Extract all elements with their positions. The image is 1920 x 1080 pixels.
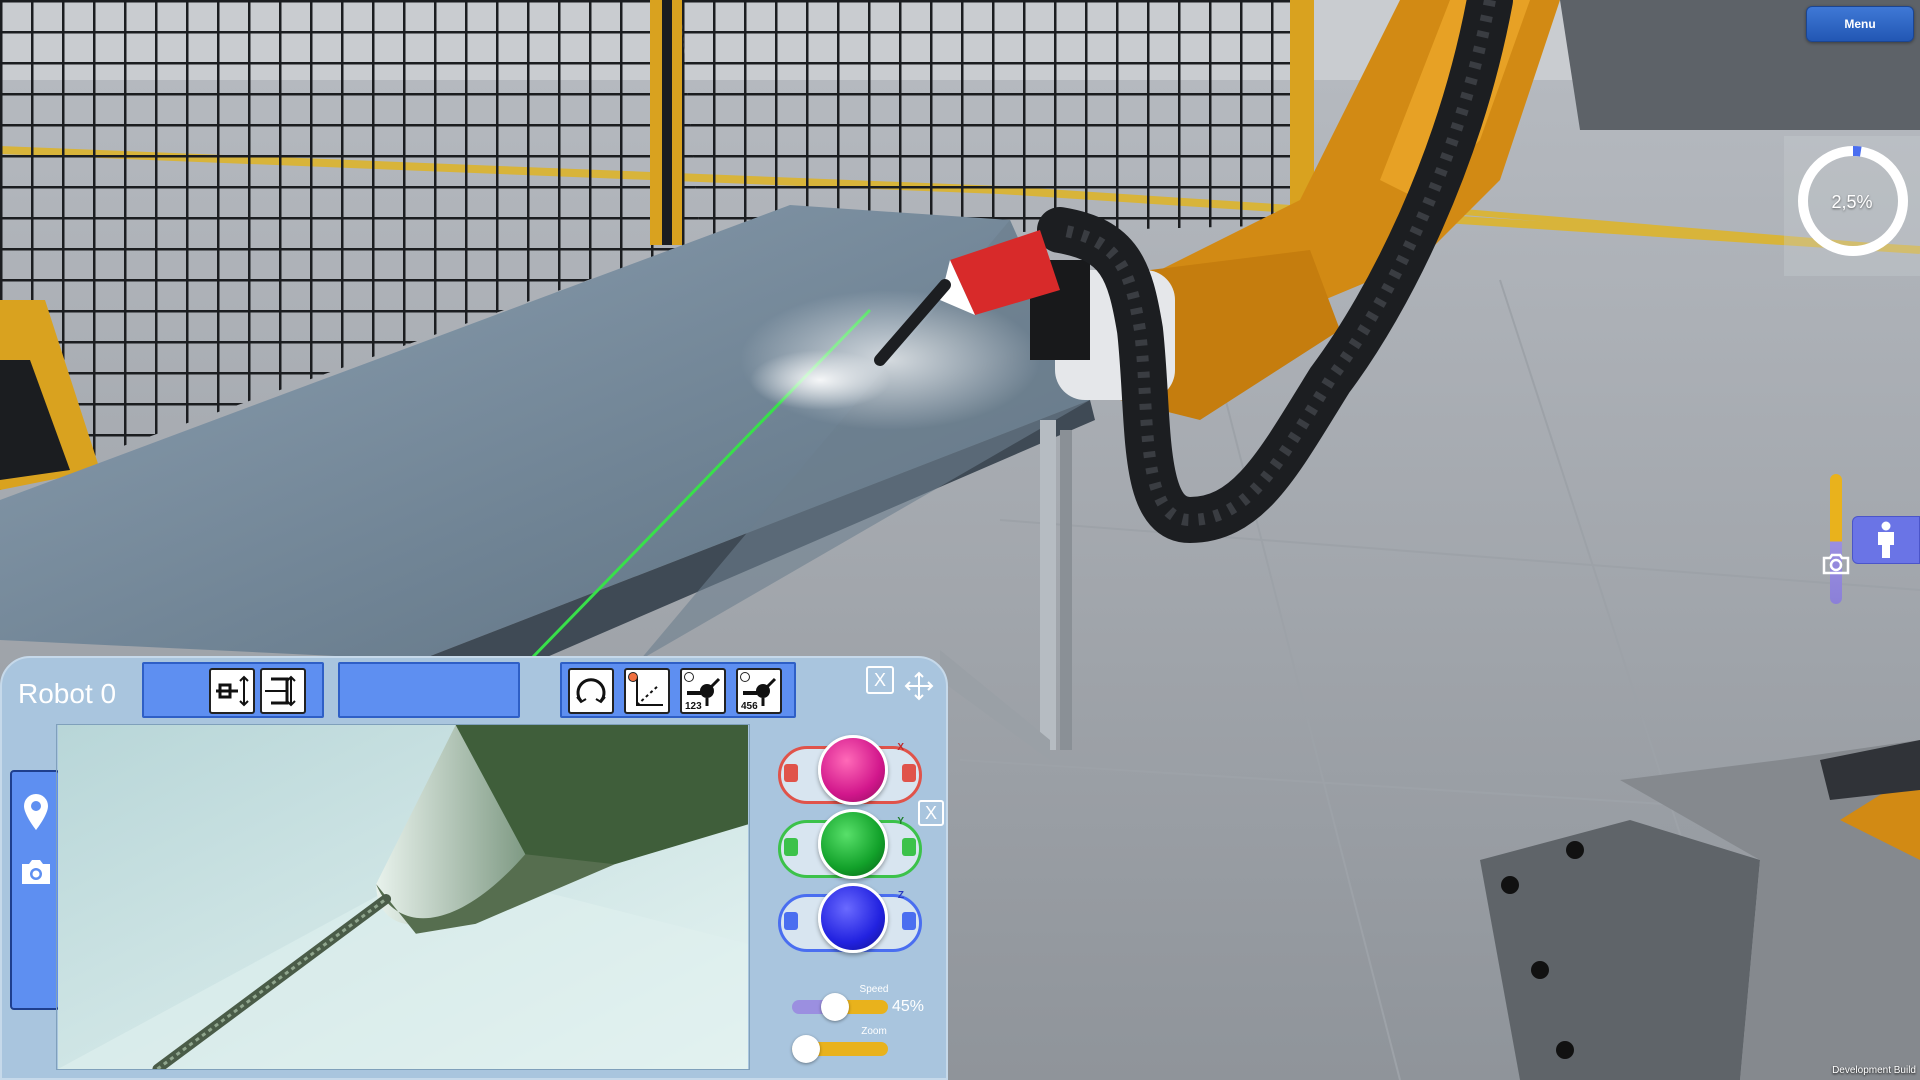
linear-jog-icon bbox=[216, 675, 249, 707]
build-label: Development Build bbox=[1832, 1065, 1916, 1076]
jog-plus-y[interactable] bbox=[902, 838, 916, 856]
robot-camera-view bbox=[56, 724, 750, 1070]
frame-select-icon bbox=[265, 675, 296, 707]
robot-panel-title: Robot 0 bbox=[18, 678, 117, 709]
jog-plus-x[interactable] bbox=[902, 764, 916, 782]
location-pin-icon[interactable] bbox=[19, 792, 53, 832]
close-jog-button[interactable]: X bbox=[918, 800, 944, 826]
jog-mode-toolbar bbox=[142, 662, 324, 718]
program-field[interactable] bbox=[338, 662, 520, 718]
weld-point-number: 123 bbox=[685, 701, 702, 712]
camera-icon[interactable] bbox=[19, 852, 53, 892]
jog-axis-z-label: Z bbox=[897, 890, 904, 901]
jog-knob-z[interactable] bbox=[818, 883, 888, 953]
frame-select-button[interactable] bbox=[260, 668, 306, 714]
weld-point-number: 456 bbox=[741, 701, 758, 712]
jog-minus-x[interactable] bbox=[784, 764, 798, 782]
jog-knob-x[interactable] bbox=[818, 735, 888, 805]
progress-value: 2,5% bbox=[1831, 192, 1873, 212]
menu-button[interactable]: Menu bbox=[1806, 6, 1914, 42]
weld-point-indicator bbox=[740, 672, 750, 682]
close-panel-button[interactable]: X bbox=[866, 666, 894, 694]
speed-slider-thumb[interactable] bbox=[821, 993, 850, 1021]
view-height-slider[interactable] bbox=[1830, 474, 1842, 604]
jog-minus-y[interactable] bbox=[784, 838, 798, 856]
zoom-slider-thumb[interactable] bbox=[792, 1035, 820, 1063]
linear-jog-button[interactable] bbox=[209, 668, 255, 714]
zoom-label: Zoom bbox=[861, 1026, 887, 1037]
weld-point-button-123[interactable]: 123 bbox=[680, 668, 726, 714]
jog-minus-z[interactable] bbox=[784, 912, 798, 930]
robot-control-panel: Robot 0 123 456 X X Y Z X Speed 45% Zoom bbox=[0, 656, 948, 1080]
axis-button[interactable] bbox=[624, 668, 670, 714]
axis-active-indicator bbox=[628, 672, 638, 682]
camera-icon[interactable] bbox=[1820, 548, 1852, 580]
rotate-button[interactable] bbox=[568, 668, 614, 714]
panel-side-toolbar bbox=[10, 770, 60, 1010]
speed-value: 45% bbox=[892, 998, 925, 1015]
jog-axis-y-label: Y bbox=[897, 816, 904, 827]
jog-control-x[interactable]: X bbox=[778, 735, 922, 805]
jog-control-y[interactable]: Y bbox=[778, 809, 922, 879]
simulation-viewport[interactable]: Menu 2,5% Robot 0 123 456 X X Y Z X Spee… bbox=[0, 0, 1920, 1080]
jog-axis-x-label: X bbox=[897, 742, 904, 753]
rotate-icon bbox=[576, 678, 606, 704]
weld-point-indicator bbox=[684, 672, 694, 682]
weld-tools-toolbar: 123 456 bbox=[560, 662, 796, 718]
move-panel-icon[interactable] bbox=[904, 671, 934, 701]
jog-plus-z[interactable] bbox=[902, 912, 916, 930]
weld-point-button-456[interactable]: 456 bbox=[736, 668, 782, 714]
jog-control-z[interactable]: Z bbox=[778, 883, 922, 953]
first-person-view-button[interactable] bbox=[1852, 516, 1920, 564]
jog-knob-y[interactable] bbox=[818, 809, 888, 879]
person-icon bbox=[1878, 521, 1894, 558]
progress-indicator: 2,5% bbox=[1784, 136, 1920, 276]
